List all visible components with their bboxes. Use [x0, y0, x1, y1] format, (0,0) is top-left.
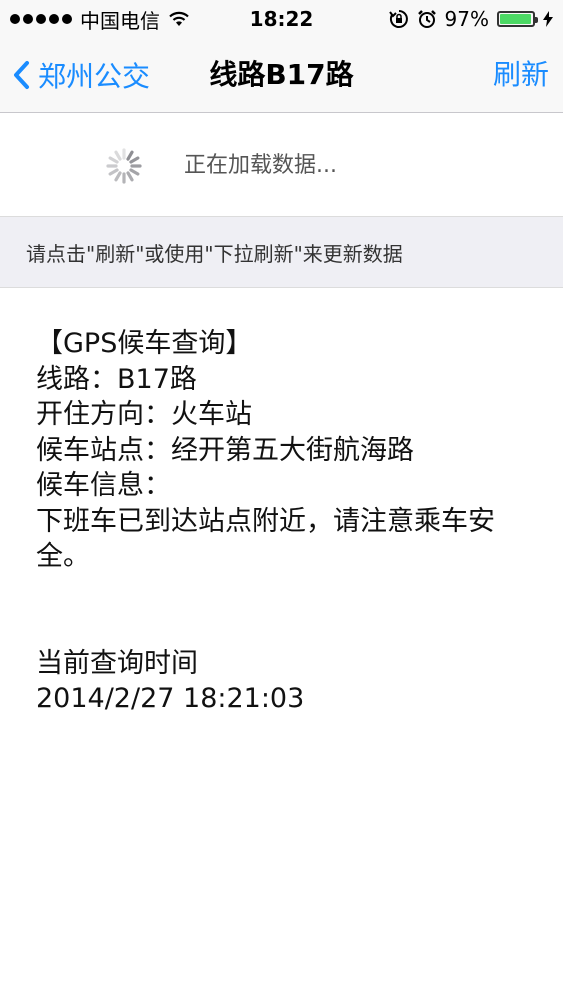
spinner-spoke — [108, 156, 119, 164]
station-line: 候车站点：经开第五大街航海路 — [36, 434, 414, 466]
route-line: 线路：B17路 — [36, 363, 197, 395]
charging-bolt-icon — [543, 11, 553, 27]
info-message: 下班车已到达站点附近，请注意乘车安全。 — [36, 505, 495, 573]
back-button[interactable]: 郑州公交 — [12, 38, 150, 112]
status-bar: 中国电信 18:22 97% — [0, 0, 563, 38]
battery-fill — [500, 14, 532, 24]
spinner-spoke — [126, 171, 134, 182]
spinner-icon — [106, 148, 142, 184]
info-label: 候车信息： — [36, 470, 171, 501]
battery-percent: 97% — [444, 7, 489, 31]
hint-text: 请点击"刷新"或使用"下拉刷新"来更新数据 — [26, 242, 403, 266]
back-button-label: 郑州公交 — [38, 60, 151, 93]
battery-icon — [497, 11, 538, 27]
spinner-spoke — [126, 150, 134, 161]
query-time: 2014/2/27 18:21:03 — [36, 683, 305, 714]
spinner-spoke — [129, 156, 140, 164]
status-right: 97% — [388, 0, 553, 38]
spinner-spoke — [129, 168, 140, 176]
rotation-lock-icon — [388, 10, 408, 28]
chevron-left-icon — [14, 61, 29, 89]
loading-text: 正在加载数据... — [184, 153, 337, 178]
query-time-label: 当前查询时间 — [36, 647, 198, 679]
alarm-icon — [417, 10, 436, 28]
navigation-bar: 郑州公交 线路B17路 刷新 — [0, 38, 563, 113]
refresh-button[interactable]: 刷新 — [493, 38, 549, 112]
spinner-spoke — [114, 150, 122, 161]
loading-indicator: 正在加载数据... — [0, 113, 563, 216]
bus-info-panel: 【GPS候车查询】 线路：B17路 开住方向：火车站 候车站点：经开第五大街航海… — [36, 326, 546, 717]
info-heading: 【GPS候车查询】 — [36, 328, 253, 359]
pull-to-refresh-hint[interactable]: 请点击"刷新"或使用"下拉刷新"来更新数据 — [0, 216, 563, 288]
spinner-spoke — [114, 171, 122, 182]
spinner-spoke — [108, 168, 119, 176]
direction-line: 开住方向：火车站 — [36, 399, 252, 430]
